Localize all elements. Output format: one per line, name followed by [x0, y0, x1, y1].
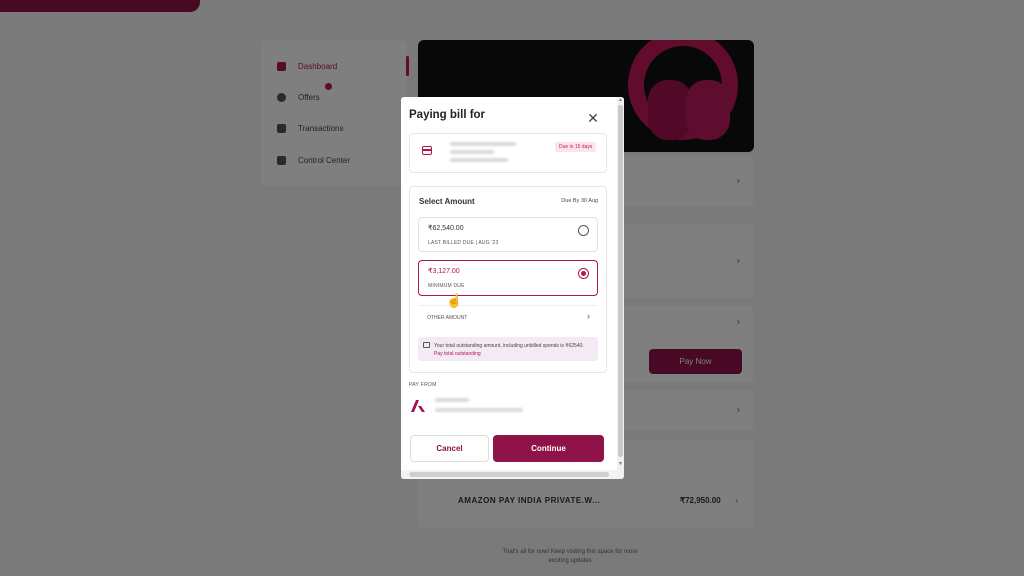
scrollbar-thumb[interactable] — [409, 472, 609, 477]
masked-card-detail — [450, 158, 508, 162]
info-message: Your total outstanding amount, including… — [434, 343, 584, 349]
option-amount: ₹3,127.00 — [428, 268, 460, 275]
option-label: LAST BILLED DUE | AUG '23 — [428, 240, 499, 246]
masked-account-detail — [435, 408, 523, 412]
chevron-right-icon: › — [587, 311, 590, 321]
due-badge: Due in 15 days — [555, 142, 597, 152]
continue-button[interactable]: Continue — [493, 435, 604, 462]
masked-card-name — [450, 142, 516, 146]
option-label: MINIMUM DUE — [428, 283, 465, 289]
modal-title: Paying bill for — [409, 109, 486, 121]
bank-logo-icon — [411, 400, 425, 412]
masked-card-number — [450, 150, 494, 154]
pay-total-outstanding-link[interactable]: Pay total outstanding — [434, 351, 481, 357]
cancel-button[interactable]: Cancel — [410, 435, 489, 462]
masked-account-name — [435, 398, 469, 402]
radio-button-selected[interactable] — [578, 268, 589, 279]
card-summary: Due in 15 days — [409, 133, 607, 173]
option-amount: ₹62,540.00 — [428, 225, 464, 232]
scroll-down-icon[interactable]: ▼ — [618, 461, 623, 467]
amount-option-other[interactable]: OTHER AMOUNT › — [418, 305, 598, 329]
horizontal-scrollbar[interactable] — [401, 470, 617, 479]
info-text: Your total outstanding amount, including… — [434, 342, 592, 358]
pay-from-label: PAY FROM — [409, 382, 437, 388]
option-label: OTHER AMOUNT — [427, 315, 468, 321]
select-amount-section: Select Amount Due By 30 Aug ₹62,540.00 L… — [409, 186, 607, 373]
credit-card-icon — [422, 146, 432, 155]
info-card-icon — [423, 342, 430, 348]
hand-cursor-icon: ☝ — [446, 293, 463, 308]
radio-button[interactable] — [578, 225, 589, 236]
select-amount-title: Select Amount — [419, 197, 475, 206]
outstanding-info: Your total outstanding amount, including… — [418, 337, 598, 361]
scrollbar-thumb[interactable] — [618, 105, 623, 457]
pay-bill-modal: Paying bill for ✕ Due in 15 days Select … — [401, 97, 624, 479]
amount-option-last-billed[interactable]: ₹62,540.00 LAST BILLED DUE | AUG '23 — [418, 217, 598, 252]
scroll-up-icon[interactable]: ▲ — [618, 97, 623, 103]
due-by-date: Due By 30 Aug — [561, 198, 598, 204]
close-icon[interactable]: ✕ — [585, 111, 601, 127]
amount-option-minimum-due[interactable]: ₹3,127.00 MINIMUM DUE — [418, 260, 598, 296]
